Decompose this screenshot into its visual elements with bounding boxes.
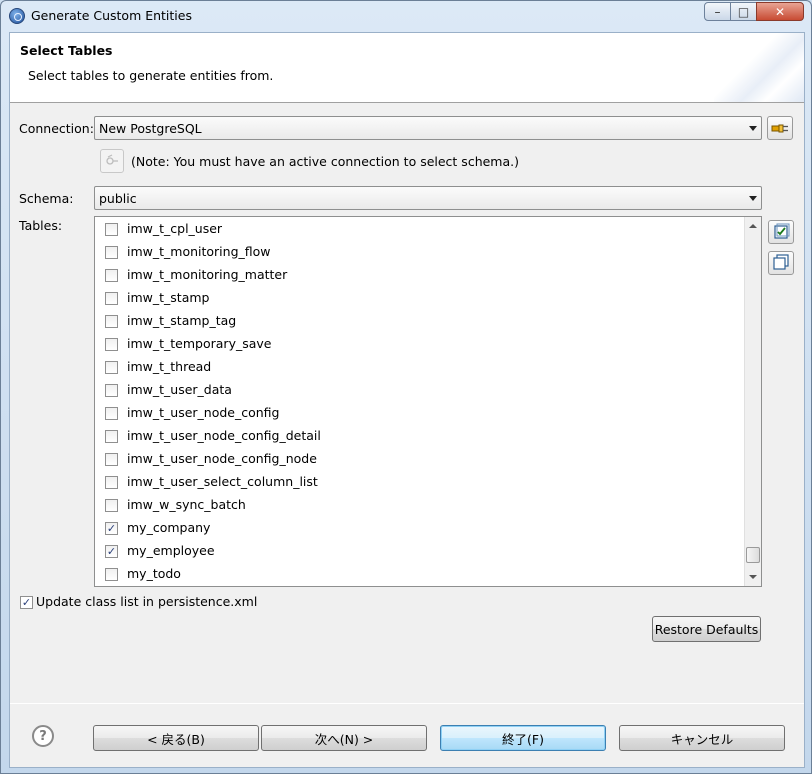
schema-label: Schema: [19, 191, 74, 206]
header-banner-image [714, 33, 804, 102]
table-checkbox[interactable] [105, 384, 118, 397]
table-name: imw_t_stamp_tag [127, 313, 237, 328]
schema-select[interactable]: public [94, 186, 762, 210]
table-row[interactable]: ✓ my_employee [95, 540, 743, 563]
table-row[interactable]: imw_t_temporary_save [95, 333, 743, 356]
select-all-icon [774, 223, 790, 239]
table-checkbox[interactable] [105, 453, 118, 466]
table-checkbox[interactable] [105, 269, 118, 282]
table-name: imw_t_cpl_user [127, 221, 223, 236]
next-button[interactable]: 次へ(N) > [261, 725, 427, 751]
connection-note: (Note: You must have an active connectio… [131, 154, 519, 169]
table-checkbox[interactable] [105, 407, 118, 420]
table-checkbox[interactable] [105, 292, 118, 305]
table-row[interactable]: imw_t_user_node_config [95, 402, 743, 425]
table-checkbox[interactable] [105, 338, 118, 351]
table-name: imw_t_user_node_config_detail [127, 428, 321, 443]
page-description: Select tables to generate entities from. [28, 68, 274, 83]
table-name: imw_t_thread [127, 359, 212, 374]
dialog-body: Select Tables Select tables to generate … [9, 32, 805, 768]
connection-select[interactable]: New PostgreSQL [94, 116, 762, 140]
scroll-up-icon[interactable] [749, 224, 757, 228]
plug-icon [771, 124, 788, 133]
close-button[interactable]: ✕ [756, 2, 804, 21]
table-name: my_company [127, 520, 211, 535]
window-title: Generate Custom Entities [31, 8, 192, 23]
scroll-down-icon[interactable] [749, 575, 757, 579]
connect-icon [106, 154, 118, 165]
table-name: imw_t_user_select_column_list [127, 474, 318, 489]
table-row[interactable]: imw_t_stamp_tag [95, 310, 743, 333]
table-row[interactable]: imw_t_user_node_config_node [95, 448, 743, 471]
tables-list[interactable]: imw_t_cpl_user imw_t_monitoring_flow imw_t… [94, 216, 762, 587]
table-name: imw_t_user_data [127, 382, 232, 397]
table-row[interactable]: imw_t_cpl_user [95, 218, 743, 241]
table-checkbox[interactable] [105, 568, 118, 581]
table-name: imw_t_user_node_config [127, 405, 280, 420]
table-name: imw_t_monitoring_flow [127, 244, 271, 259]
table-row[interactable]: imw_t_stamp [95, 287, 743, 310]
connect-button[interactable] [100, 149, 124, 173]
table-checkbox[interactable] [105, 223, 118, 236]
add-connection-button[interactable] [767, 116, 793, 140]
table-checkbox[interactable] [105, 499, 118, 512]
title-bar[interactable]: Generate Custom Entities – □ ✕ [1, 1, 811, 31]
dialog-window: Generate Custom Entities – □ ✕ Select Ta… [0, 0, 812, 774]
table-name: imw_w_sync_batch [127, 497, 246, 512]
table-name: imw_t_stamp [127, 290, 210, 305]
table-row[interactable]: imw_t_user_select_column_list [95, 471, 743, 494]
table-row[interactable]: imw_t_user_node_config_detail [95, 425, 743, 448]
table-checkbox[interactable] [105, 315, 118, 328]
table-name: imw_t_monitoring_matter [127, 267, 288, 282]
chevron-down-icon [749, 126, 757, 131]
footer-separator [10, 703, 804, 704]
table-name: imw_t_user_node_config_node [127, 451, 317, 466]
wizard-header: Select Tables Select tables to generate … [10, 33, 804, 103]
tables-scrollbar[interactable] [744, 217, 761, 586]
connection-value: New PostgreSQL [99, 121, 202, 136]
table-name: imw_t_temporary_save [127, 336, 272, 351]
finish-button[interactable]: 終了(F) [440, 725, 606, 751]
connection-label: Connection: [19, 121, 94, 136]
table-row[interactable]: imw_t_user_data [95, 379, 743, 402]
table-row[interactable]: imw_t_thread [95, 356, 743, 379]
table-name: my_employee [127, 543, 215, 558]
cancel-button[interactable]: キャンセル [619, 725, 785, 751]
table-row[interactable]: imw_t_monitoring_matter [95, 264, 743, 287]
deselect-all-icon [773, 254, 789, 270]
table-checkbox[interactable]: ✓ [105, 522, 118, 535]
table-checkbox[interactable] [105, 476, 118, 489]
table-row[interactable]: ✓ my_company [95, 517, 743, 540]
table-row[interactable]: imw_t_monitoring_flow [95, 241, 743, 264]
chevron-down-icon [749, 196, 757, 201]
app-icon [9, 8, 25, 24]
help-icon[interactable]: ? [32, 725, 54, 747]
maximize-button[interactable]: □ [730, 2, 757, 21]
select-all-button[interactable] [768, 220, 794, 244]
table-row[interactable]: imw_w_sync_batch [95, 494, 743, 517]
table-row[interactable]: my_todo [95, 563, 743, 586]
update-class-list-label: Update class list in persistence.xml [36, 594, 258, 609]
restore-defaults-button[interactable]: Restore Defaults [652, 616, 761, 642]
back-button[interactable]: < 戻る(B) [93, 725, 259, 751]
tables-label: Tables: [19, 218, 63, 233]
table-checkbox[interactable]: ✓ [105, 545, 118, 558]
table-checkbox[interactable] [105, 430, 118, 443]
minimize-button[interactable]: – [704, 2, 731, 21]
page-title: Select Tables [20, 43, 113, 58]
scroll-thumb[interactable] [746, 547, 760, 563]
table-checkbox[interactable] [105, 361, 118, 374]
table-checkbox[interactable] [105, 246, 118, 259]
update-class-list-checkbox[interactable]: ✓ [20, 596, 33, 609]
table-name: my_todo [127, 566, 181, 581]
schema-value: public [99, 191, 137, 206]
deselect-all-button[interactable] [768, 251, 794, 275]
